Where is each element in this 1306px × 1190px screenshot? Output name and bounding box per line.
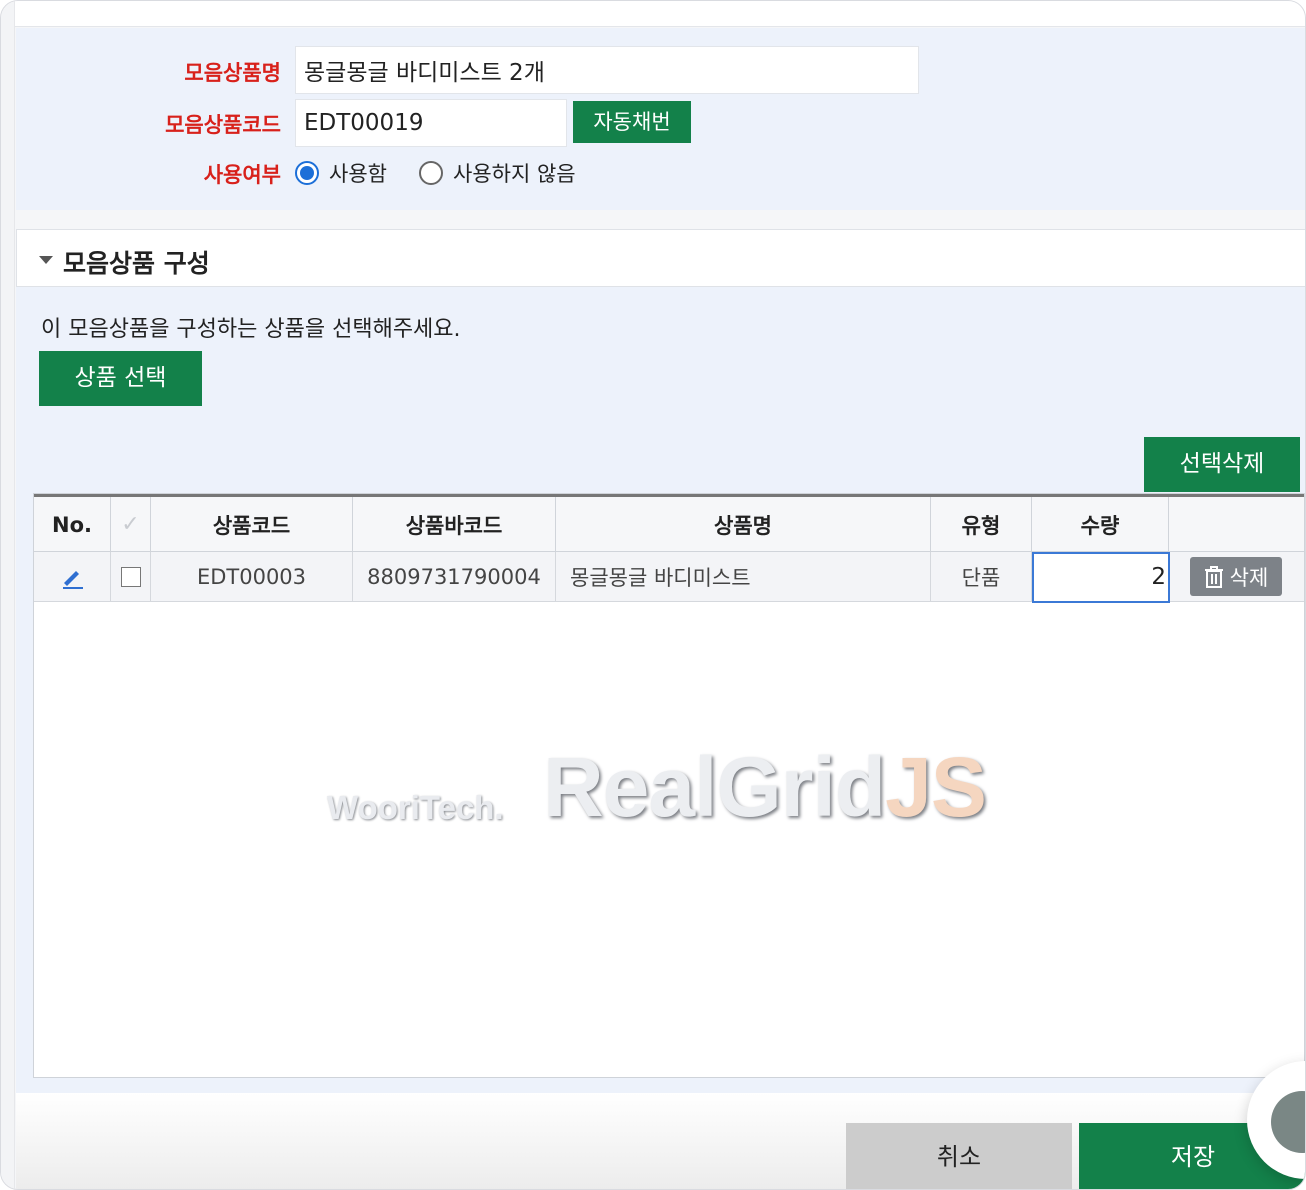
- use-status-label: 사용여부: [203, 163, 281, 187]
- col-header-check[interactable]: ✓: [111, 497, 151, 552]
- bundle-name-label: 모음상품명: [184, 61, 281, 85]
- row-delete-button[interactable]: 삭제: [1190, 557, 1282, 596]
- row-delete-label: 삭제: [1229, 565, 1269, 590]
- col-header-no: No.: [34, 497, 111, 552]
- col-header-qty: 수량: [1032, 497, 1169, 552]
- bundle-composition-header[interactable]: 모음상품 구성: [16, 229, 1305, 287]
- grid-header: No. ✓ 상품코드 상품바코드 상품명 유형 수량: [34, 497, 1304, 552]
- col-header-name: 상품명: [556, 497, 931, 552]
- row-barcode-cell: 8809731790004: [353, 552, 556, 602]
- delete-selected-button[interactable]: 선택삭제: [1144, 437, 1300, 492]
- row-code-cell: EDT00003: [151, 552, 353, 602]
- bundle-code-label: 모음상품코드: [165, 113, 281, 137]
- col-header-code: 상품코드: [151, 497, 353, 552]
- watermark-realgrid: RealGridJS: [543, 740, 987, 834]
- section-title: 모음상품 구성: [63, 249, 210, 278]
- col-header-type: 유형: [931, 497, 1032, 552]
- col-header-barcode: 상품바코드: [353, 497, 556, 552]
- grid-watermark: WooriTech. RealGridJS: [327, 739, 1027, 839]
- row-checkbox[interactable]: [120, 567, 141, 587]
- top-edge: [15, 1, 1305, 27]
- use-yes-label[interactable]: 사용함: [329, 158, 387, 188]
- watermark-wooritech: WooriTech.: [327, 789, 504, 826]
- dialog-frame: 모음상품명 모음상품코드 자동채번 사용여부 사용함 사용하지 않음 모음상품 …: [0, 0, 1306, 1190]
- auto-number-button[interactable]: 자동채번: [573, 101, 691, 143]
- use-no-label[interactable]: 사용하지 않음: [453, 158, 576, 188]
- cancel-button[interactable]: 취소: [846, 1123, 1072, 1189]
- collapse-caret-icon[interactable]: [39, 256, 53, 264]
- col-header-action: [1169, 497, 1305, 552]
- row-name-cell: 몽글몽글 바디미스트: [556, 552, 931, 602]
- row-type-cell: 단품: [931, 552, 1032, 602]
- use-no-radio[interactable]: [419, 161, 443, 185]
- bundle-name-input[interactable]: [295, 46, 919, 94]
- use-yes-radio[interactable]: [295, 161, 319, 185]
- quantity-input[interactable]: 2: [1032, 552, 1170, 603]
- composition-hint: 이 모음상품을 구성하는 상품을 선택해주세요.: [41, 317, 461, 342]
- edit-pencil-icon[interactable]: [59, 564, 85, 590]
- chatbot-face-icon: [1271, 1091, 1305, 1153]
- select-product-button[interactable]: 상품 선택: [39, 351, 202, 406]
- bundle-code-input[interactable]: [295, 99, 567, 147]
- left-edge: [1, 1, 15, 1189]
- row-check-cell[interactable]: [111, 552, 151, 602]
- row-no-cell[interactable]: [34, 552, 111, 602]
- trash-icon: [1204, 565, 1223, 588]
- check-all-icon[interactable]: ✓: [121, 512, 139, 537]
